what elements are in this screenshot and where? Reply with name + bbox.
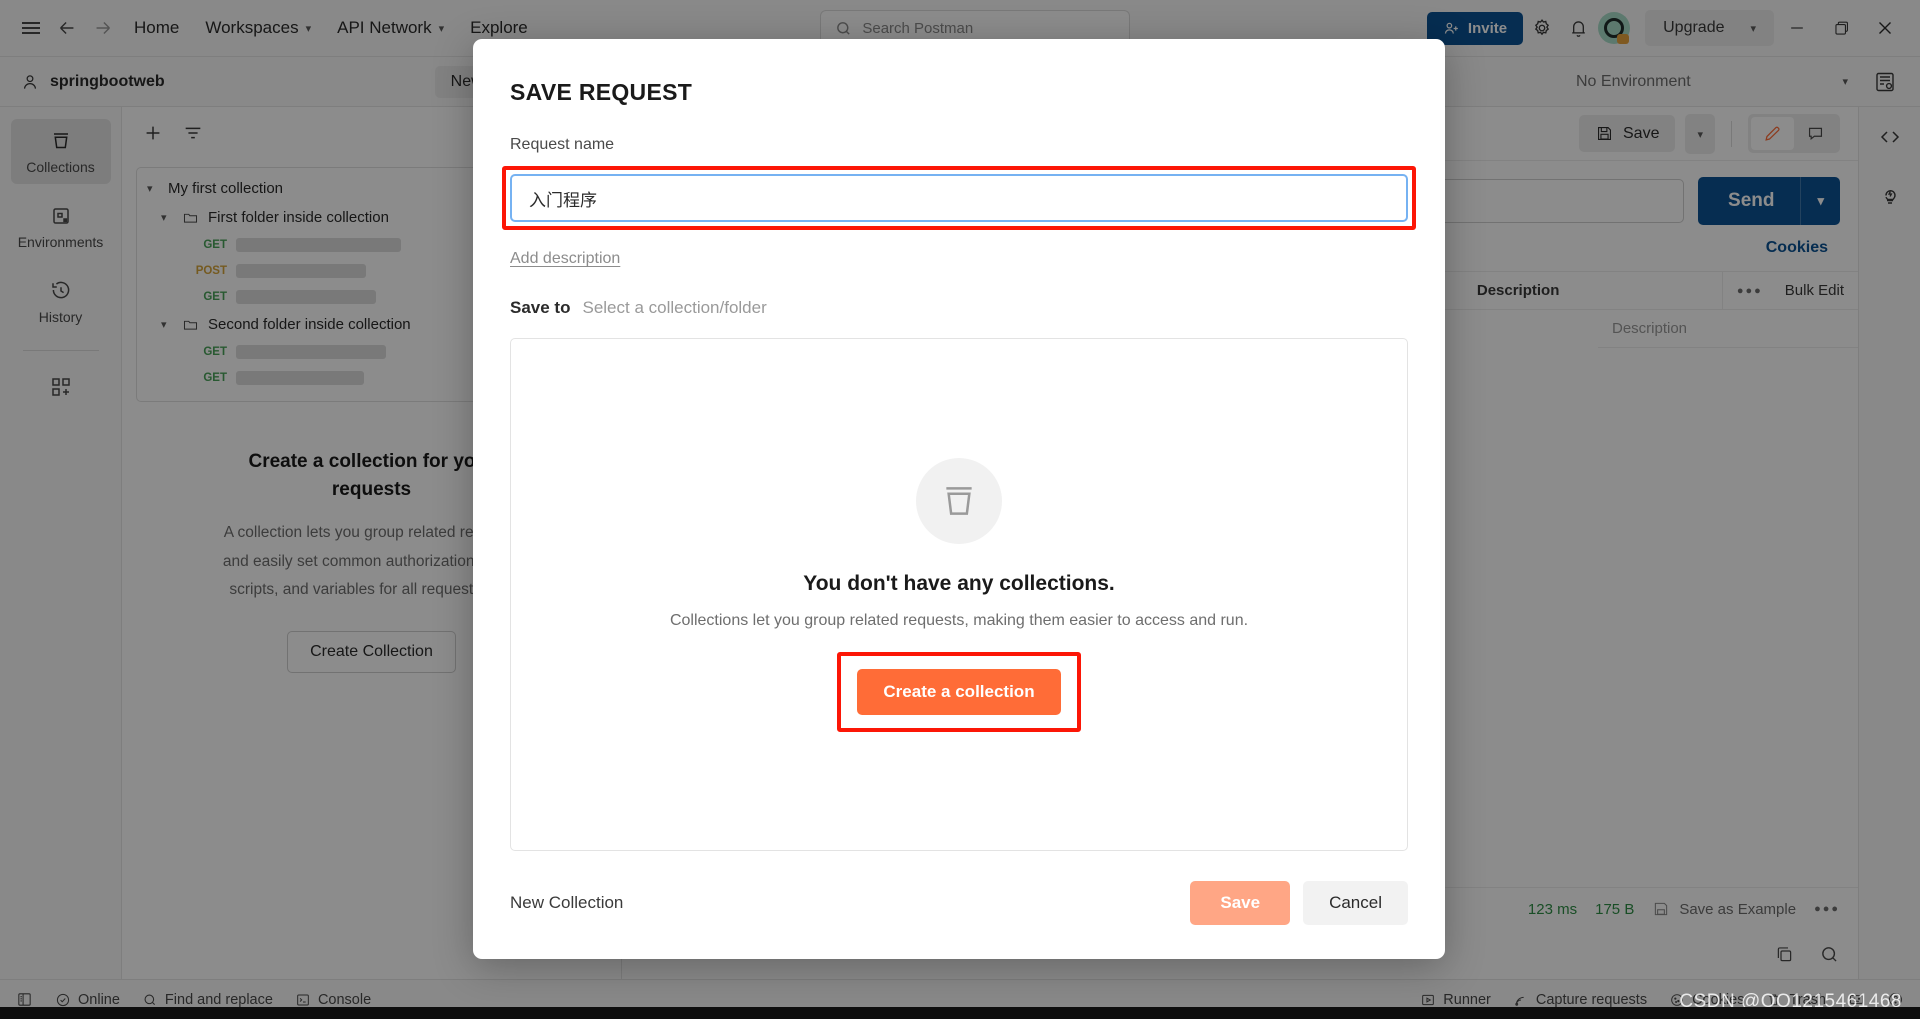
- basket-icon: [916, 457, 1002, 544]
- modal-footer: New Collection Save Cancel: [510, 851, 1408, 959]
- modal-title: SAVE REQUEST: [510, 79, 693, 105]
- request-name-label: Request name: [510, 136, 615, 153]
- create-a-collection-button[interactable]: Create a collection: [857, 668, 1061, 715]
- postman-app-window: Home Workspaces ▾ API Network ▾ Explore …: [0, 0, 1920, 1019]
- save-to-row: Save to Select a collection/folder: [510, 298, 1408, 318]
- request-name-highlight: [502, 166, 1416, 230]
- create-collection-highlight: Create a collection: [837, 651, 1081, 732]
- create-a-collection-label: Create a collection: [883, 681, 1035, 701]
- picker-empty-title: You don't have any collections.: [803, 571, 1115, 595]
- save-to-value[interactable]: Select a collection/folder: [582, 298, 766, 318]
- save-request-modal: SAVE REQUEST Request name Add descriptio…: [473, 39, 1445, 959]
- modal-cancel-button[interactable]: Cancel: [1303, 881, 1408, 925]
- bottom-strip: [0, 1007, 1920, 1019]
- modal-cancel-label: Cancel: [1329, 893, 1382, 912]
- add-description-link[interactable]: Add description: [510, 250, 1408, 268]
- collection-picker: You don't have any collections. Collecti…: [510, 338, 1408, 851]
- modal-save-label: Save: [1220, 893, 1261, 912]
- request-name-input[interactable]: [510, 174, 1408, 222]
- modal-save-button[interactable]: Save: [1190, 881, 1291, 925]
- save-to-label: Save to: [510, 298, 571, 317]
- new-collection-link[interactable]: New Collection: [510, 893, 623, 913]
- picker-empty-subtitle: Collections let you group related reques…: [669, 611, 1249, 629]
